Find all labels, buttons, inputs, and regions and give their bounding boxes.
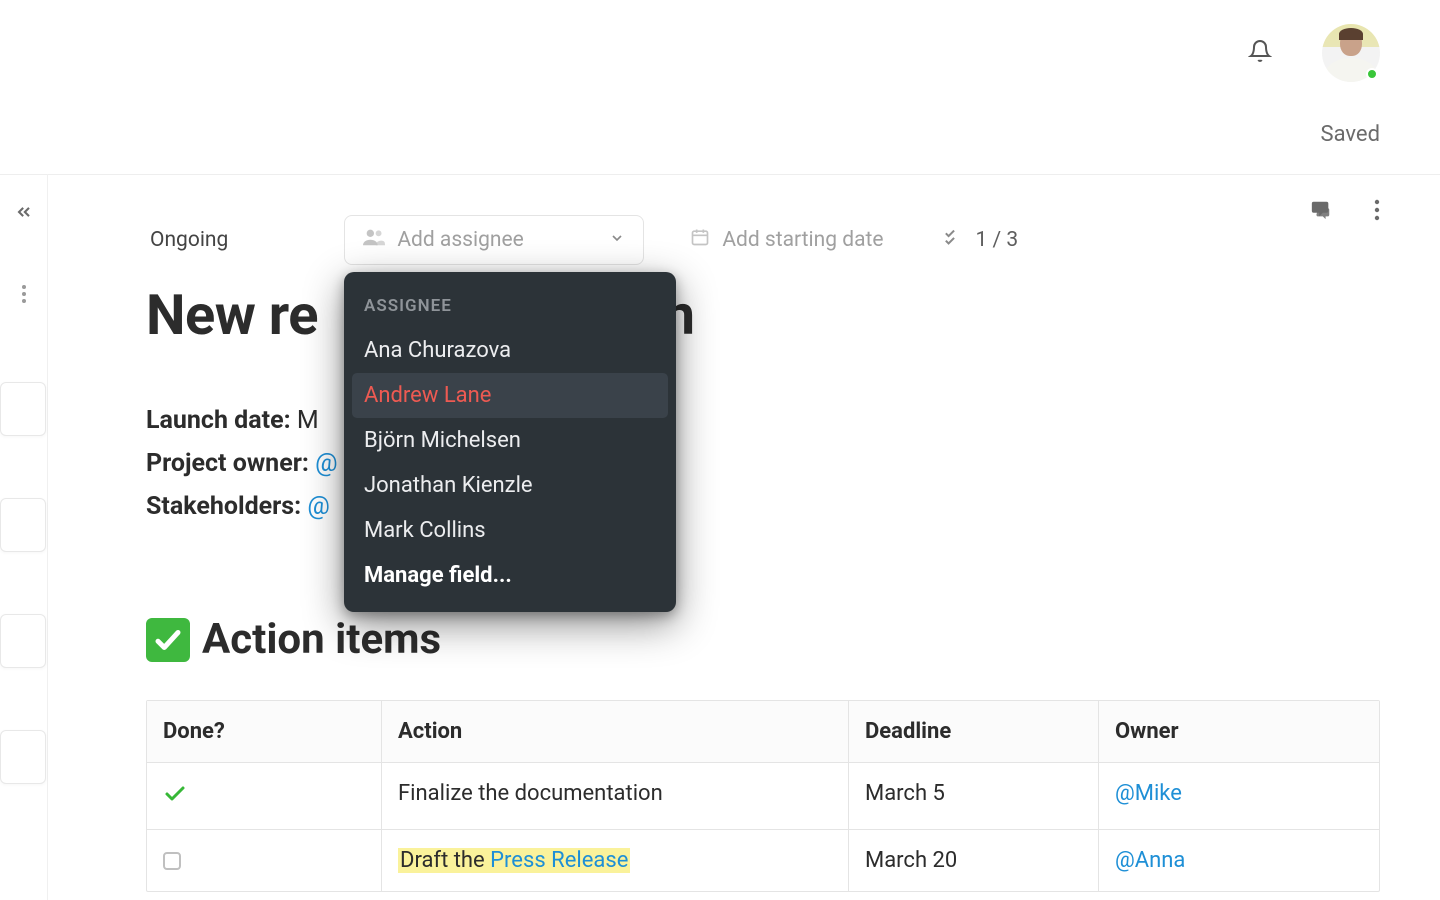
checkbox-empty-icon[interactable] <box>163 852 181 870</box>
column-header-deadline[interactable]: Deadline <box>849 701 1099 762</box>
assignee-option[interactable]: Andrew Lane <box>352 373 668 418</box>
section-heading-text: Action items <box>202 615 441 664</box>
launch-date-label: Launch date: <box>146 406 291 435</box>
project-owner-line[interactable]: Project owner: @ <box>146 449 338 478</box>
assignee-placeholder: Add assignee <box>397 228 523 252</box>
collapse-sidebar-button[interactable] <box>14 202 34 226</box>
save-status: Saved <box>1321 122 1380 147</box>
dropdown-header: ASSIGNEE <box>352 290 668 328</box>
cell-action[interactable]: Finalize the documentation <box>382 763 849 829</box>
assignee-dropdown: ASSIGNEE Ana Churazova Andrew Lane Björn… <box>344 272 676 612</box>
assignee-field[interactable]: Add assignee <box>344 215 644 265</box>
calendar-icon <box>690 227 710 253</box>
table-row: Finalize the documentation March 5 @Mike <box>147 763 1379 830</box>
notification-bell-icon[interactable] <box>1248 39 1272 67</box>
action-items-heading[interactable]: Action items <box>146 615 441 664</box>
project-owner-label: Project owner: <box>146 449 309 478</box>
assignee-option[interactable]: Mark Collins <box>352 508 668 553</box>
cell-done[interactable] <box>147 763 382 829</box>
more-options-icon[interactable] <box>1374 199 1380 225</box>
document-action-icons <box>1310 199 1380 225</box>
page-thumbnail[interactable] <box>0 382 46 436</box>
page-thumbnail[interactable] <box>0 730 46 784</box>
document-meta-row: Ongoing Add assignee <box>150 215 1380 265</box>
more-options-icon[interactable] <box>21 284 27 308</box>
owner-mention[interactable]: @Anna <box>1115 848 1185 873</box>
stakeholders-line[interactable]: Stakeholders: @ <box>146 492 338 521</box>
highlight-span: Draft the Press Release <box>398 848 630 873</box>
assignee-option[interactable]: Ana Churazova <box>352 328 668 373</box>
stakeholders-mention[interactable]: @ <box>307 492 329 521</box>
date-placeholder: Add starting date <box>722 228 883 252</box>
launch-date-line[interactable]: Launch date: M <box>146 406 338 435</box>
comments-icon[interactable] <box>1310 199 1332 225</box>
starting-date-field[interactable]: Add starting date <box>690 227 883 253</box>
user-avatar[interactable] <box>1322 24 1380 82</box>
column-header-action[interactable]: Action <box>382 701 849 762</box>
cell-deadline[interactable]: March 5 <box>849 763 1099 829</box>
chevron-down-icon <box>609 228 625 252</box>
action-items-table: Done? Action Deadline Owner Finalize the… <box>146 700 1380 892</box>
page-thumbnail[interactable] <box>0 498 46 552</box>
people-icon <box>363 228 385 252</box>
status-label[interactable]: Ongoing <box>150 228 228 252</box>
checklist-count: 1 / 3 <box>976 228 1019 252</box>
cell-owner[interactable]: @Mike <box>1099 763 1379 829</box>
document-details: Launch date: M Project owner: @ Stakehol… <box>146 406 338 521</box>
cell-owner[interactable]: @Anna <box>1099 830 1379 891</box>
checklist-icon <box>944 228 966 252</box>
manage-field-option[interactable]: Manage field... <box>352 553 668 598</box>
assignee-option[interactable]: Björn Michelsen <box>352 418 668 463</box>
page-thumbnail[interactable] <box>0 614 46 668</box>
table-header-row: Done? Action Deadline Owner <box>147 701 1379 763</box>
launch-date-value: M <box>297 406 319 435</box>
owner-mention[interactable]: @Mike <box>1115 781 1182 806</box>
cell-action[interactable]: Draft the Press Release <box>382 830 849 891</box>
cell-deadline[interactable]: March 20 <box>849 830 1099 891</box>
check-emoji-icon <box>146 618 190 662</box>
table-row: Draft the Press Release March 20 @Anna <box>147 830 1379 891</box>
assignee-option[interactable]: Jonathan Kienzle <box>352 463 668 508</box>
project-owner-mention[interactable]: @ <box>315 449 337 478</box>
online-status-dot <box>1366 68 1378 80</box>
stakeholders-label: Stakeholders: <box>146 492 301 521</box>
column-header-owner[interactable]: Owner <box>1099 701 1379 762</box>
cell-done[interactable] <box>147 830 382 891</box>
top-bar <box>0 0 1440 105</box>
column-header-done[interactable]: Done? <box>147 701 382 762</box>
divider <box>0 174 1440 175</box>
sidebar-page-thumbnails <box>0 382 46 784</box>
checklist-progress[interactable]: 1 / 3 <box>944 228 1019 252</box>
action-prefix: Draft the <box>400 848 490 873</box>
action-link[interactable]: Press Release <box>490 848 628 873</box>
checkmark-icon <box>163 781 187 811</box>
